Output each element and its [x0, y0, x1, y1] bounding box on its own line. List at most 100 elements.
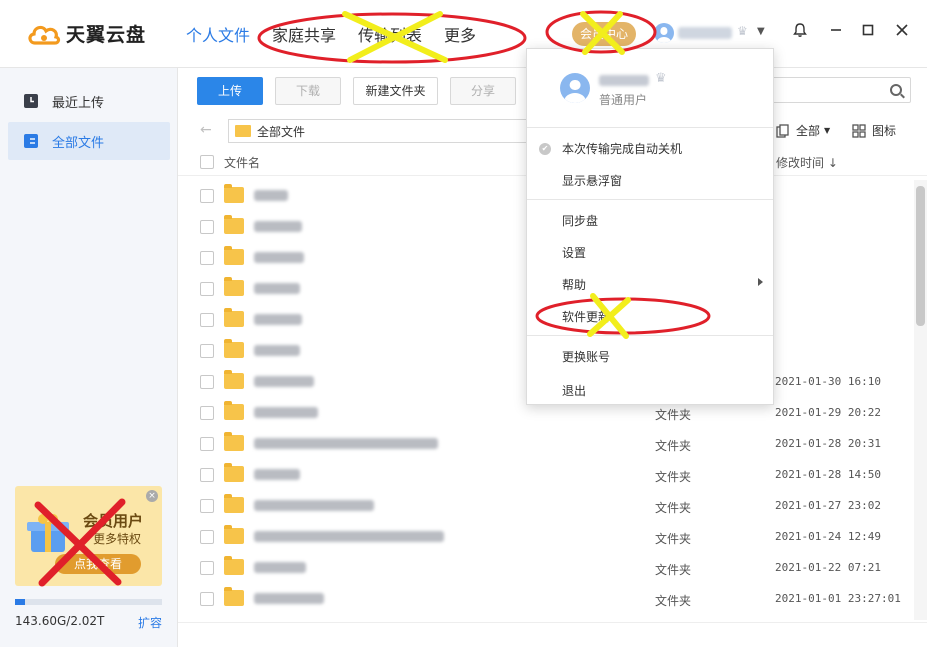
file-name-redacted[interactable] [254, 190, 288, 201]
file-name-redacted[interactable] [254, 283, 300, 294]
folder-icon [224, 277, 244, 296]
vip-promo-banner[interactable]: 会员用户 更多特权 点我查看 × [15, 486, 162, 586]
grid-icon [852, 123, 866, 138]
row-checkbox[interactable] [200, 561, 214, 575]
file-name-redacted[interactable] [254, 345, 300, 356]
sidebar-item-label: 最近上传 [52, 95, 105, 111]
chevron-down-icon: ▼ [824, 126, 831, 135]
user-avatar [560, 73, 590, 103]
row-checkbox[interactable] [200, 499, 214, 513]
menu-item-floating-window[interactable]: 显示悬浮窗 [562, 172, 622, 189]
menu-item-switch-account[interactable]: 更换账号 [562, 348, 610, 365]
folder-icon [224, 215, 244, 234]
file-name-redacted[interactable] [254, 531, 444, 542]
row-checkbox[interactable] [200, 375, 214, 389]
tab-more[interactable]: 更多 [444, 22, 476, 46]
new-folder-button[interactable]: 新建文件夹 [353, 77, 438, 105]
column-header-modified[interactable]: 修改时间 ↓ [776, 154, 838, 171]
file-modified-date: 2021-01-27 23:02 [775, 499, 881, 512]
row-checkbox[interactable] [200, 189, 214, 203]
tab-transfer-list[interactable]: 传输列表 [358, 22, 422, 46]
crown-icon: ♛ [655, 71, 667, 86]
row-checkbox[interactable] [200, 220, 214, 234]
user-avatar[interactable] [654, 23, 674, 43]
filter-dropdown[interactable]: 全部 ▼ [776, 122, 830, 139]
upload-button[interactable]: 上传 [197, 77, 263, 105]
file-name-redacted[interactable] [254, 438, 438, 449]
tab-family-share[interactable]: 家庭共享 [272, 22, 336, 46]
file-name-redacted[interactable] [254, 376, 314, 387]
search-icon[interactable] [890, 84, 902, 96]
folder-icon [224, 246, 244, 265]
minimize-icon[interactable] [826, 22, 846, 42]
app-title: 天翼云盘 [66, 24, 147, 46]
menu-item-auto-shutdown[interactable]: 本次传输完成自动关机 [562, 140, 682, 157]
expand-storage-link[interactable]: 扩容 [138, 614, 162, 631]
file-type: 文件夹 [655, 408, 692, 422]
menu-item-sync-disk[interactable]: 同步盘 [562, 212, 598, 229]
close-icon[interactable] [892, 22, 912, 42]
filter-label: 全部 [796, 124, 821, 138]
row-checkbox[interactable] [200, 530, 214, 544]
sidebar-item-recent-uploads[interactable]: 最近上传 [8, 82, 170, 120]
menu-item-logout[interactable]: 退出 [562, 382, 586, 399]
table-row[interactable]: 文件夹 2021-01-28 14:50 [178, 459, 913, 490]
main-nav: 个人文件 家庭共享 传输列表 更多 [186, 22, 498, 46]
row-checkbox[interactable] [200, 282, 214, 296]
menu-item-settings[interactable]: 设置 [562, 244, 586, 261]
row-checkbox[interactable] [200, 437, 214, 451]
file-name-redacted[interactable] [254, 500, 374, 511]
row-checkbox[interactable] [200, 251, 214, 265]
close-icon[interactable]: × [146, 490, 158, 502]
storage-progress-bar [15, 599, 162, 605]
vip-center-button[interactable]: 会员中心 [572, 22, 636, 46]
breadcrumb[interactable]: 全部文件 [228, 119, 528, 143]
bell-icon[interactable] [790, 22, 810, 42]
download-button[interactable]: 下载 [275, 77, 341, 105]
table-row[interactable]: 文件夹 2021-01-24 12:49 [178, 521, 913, 552]
menu-divider [527, 199, 773, 200]
file-name-redacted[interactable] [254, 407, 318, 418]
row-checkbox[interactable] [200, 406, 214, 420]
promo-title: 会员用户 [83, 512, 144, 530]
folder-icon [224, 370, 244, 389]
storage-usage-text: 143.60G/2.02T [15, 614, 105, 628]
row-checkbox[interactable] [200, 313, 214, 327]
table-row[interactable]: 文件夹 2021-01-22 07:21 [178, 552, 913, 583]
scrollbar-thumb[interactable] [916, 186, 925, 326]
tab-personal-files[interactable]: 个人文件 [186, 22, 250, 46]
row-checkbox[interactable] [200, 592, 214, 606]
file-name-redacted[interactable] [254, 314, 302, 325]
file-name-redacted[interactable] [254, 469, 300, 480]
file-type: 文件夹 [655, 594, 692, 608]
row-checkbox[interactable] [200, 344, 214, 358]
back-arrow-icon[interactable]: ← [200, 122, 212, 138]
app-logo: 天翼云盘 [26, 20, 146, 47]
chevron-down-icon[interactable]: ▼ [757, 26, 765, 37]
sidebar-item-all-files[interactable]: 全部文件 [8, 122, 170, 160]
file-name-redacted[interactable] [254, 252, 304, 263]
select-all-checkbox[interactable] [200, 155, 214, 169]
table-row[interactable]: 文件夹 2021-01-01 23:27:01 [178, 583, 913, 614]
gift-box-icon [27, 514, 69, 552]
table-row[interactable]: 文件夹 2021-01-28 20:31 [178, 428, 913, 459]
view-mode-toggle[interactable]: 图标 [852, 122, 896, 139]
folder-icon [224, 525, 244, 544]
scrollbar[interactable] [914, 180, 927, 620]
share-button[interactable]: 分享 [450, 77, 516, 105]
folder-icon [224, 432, 244, 451]
file-name-redacted[interactable] [254, 562, 306, 573]
row-checkbox[interactable] [200, 468, 214, 482]
search-input[interactable] [768, 77, 911, 103]
menu-item-software-update[interactable]: 软件更新 [562, 308, 610, 325]
user-name-redacted[interactable] [678, 27, 732, 39]
promo-view-button[interactable]: 点我查看 [55, 554, 141, 574]
menu-item-help[interactable]: 帮助 [562, 276, 586, 293]
folder-icon [224, 587, 244, 606]
table-row[interactable]: 文件夹 2021-01-27 23:02 [178, 490, 913, 521]
folder-icon [224, 184, 244, 203]
maximize-icon[interactable] [858, 22, 878, 42]
file-name-redacted[interactable] [254, 593, 324, 604]
file-name-redacted[interactable] [254, 221, 302, 232]
column-header-name[interactable]: 文件名 [224, 154, 260, 171]
